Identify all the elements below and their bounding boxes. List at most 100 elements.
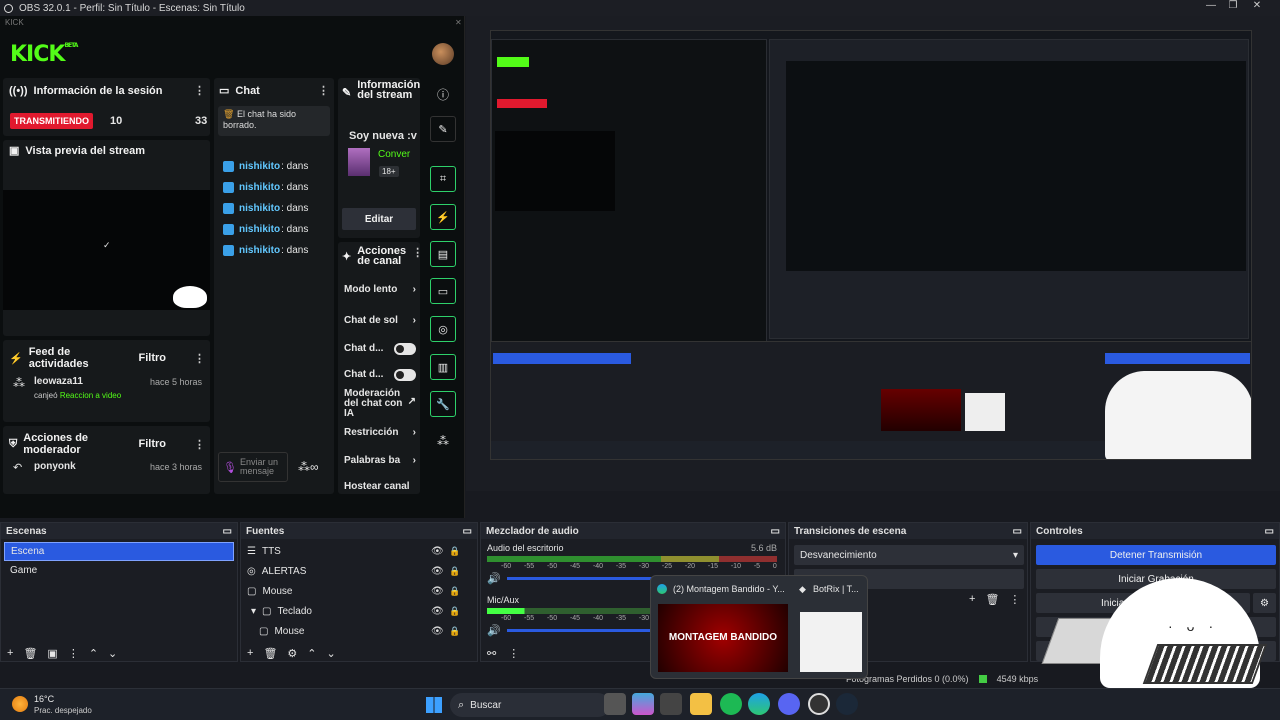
undock-icon[interactable]: ▭ [223, 526, 232, 537]
down-icon[interactable]: ⌄ [327, 647, 336, 660]
filter-icon[interactable]: ▣ [47, 647, 57, 660]
more-icon[interactable]: ⋮ [68, 647, 79, 660]
windows-start-icon[interactable] [426, 697, 442, 713]
taskbar-search[interactable]: ⌕ Buscar [450, 693, 610, 717]
toggle-switch[interactable] [394, 369, 416, 381]
eye-icon[interactable]: 👁 [431, 586, 444, 597]
undock-icon[interactable]: ▭ [1265, 526, 1274, 537]
apps-icon[interactable]: ⁂ [437, 434, 449, 448]
scene-item-game[interactable]: Game [4, 561, 234, 580]
spotify-icon[interactable] [720, 693, 742, 715]
stop-stream-button[interactable]: Detener Transmisión [1036, 545, 1276, 565]
wrench-icon[interactable]: 🔧 [430, 391, 456, 417]
source-item[interactable]: ▢ Mouse 👁 🔒 [241, 621, 477, 641]
copilot-icon[interactable] [632, 693, 654, 715]
add-icon[interactable]: + [7, 647, 13, 660]
mod-user[interactable]: ponyonk [34, 461, 76, 472]
undock-icon[interactable]: ▭ [463, 526, 472, 537]
chat-menu-icon[interactable]: ⋮ [318, 84, 329, 97]
speaker-icon[interactable]: 🔊 [487, 624, 501, 637]
chat-message[interactable]: nishikito: dans [223, 219, 329, 240]
action-slow-mode[interactable]: Modo lento › [344, 284, 416, 295]
lock-icon[interactable]: 🔒 [449, 626, 460, 637]
undock-icon[interactable]: ▭ [771, 526, 780, 537]
action-ai-moderation[interactable]: Moderación del chat con IA ↗ [344, 389, 416, 419]
transition-select[interactable]: Desvanecimiento ▾ [794, 545, 1024, 565]
mod-menu-icon[interactable]: ⋮ [194, 438, 205, 451]
discord-icon[interactable] [778, 693, 800, 715]
source-item[interactable]: ☰ TTS 👁 🔒 [241, 541, 477, 561]
source-item[interactable]: ◎ ALERTAS 👁 🔒 [241, 561, 477, 581]
action-subs-chat[interactable]: Chat de sol › [344, 315, 416, 326]
dock-close-icon[interactable]: ✕ [455, 18, 462, 27]
undock-icon[interactable]: ▭ [1013, 526, 1022, 537]
lock-icon[interactable]: 🔒 [449, 606, 460, 617]
hover-preview-2[interactable]: ◆ BotRix | T... [797, 580, 865, 676]
broadcast-icon[interactable]: ◎ [430, 316, 456, 342]
chevron-down-icon[interactable]: ▾ [251, 606, 256, 617]
edit-stream-button[interactable]: Editar [342, 208, 416, 230]
eye-icon[interactable]: 👁 [431, 606, 444, 617]
lock-icon[interactable]: 🔒 [449, 546, 460, 557]
action-banned-words[interactable]: Palabras ba › [344, 455, 416, 466]
hover-preview-1[interactable]: (2) Montagem Bandido - Y... MONTAGEM BAN… [655, 580, 791, 676]
feed-user[interactable]: leowaza11 [34, 376, 83, 387]
notes-icon[interactable]: ▤ [430, 241, 456, 267]
up-icon[interactable]: ⌃ [89, 647, 98, 660]
toggle-switch[interactable] [394, 343, 416, 355]
up-icon[interactable]: ⌃ [307, 647, 316, 660]
add-icon[interactable]: + [969, 593, 975, 606]
action-host-channel[interactable]: Hostear canal [344, 481, 416, 492]
steam-icon[interactable] [836, 693, 858, 715]
mod-filter-button[interactable]: Filtro [139, 438, 167, 450]
chat-input[interactable]: 🎙 Enviar un mensaje [218, 452, 288, 482]
mic-icon[interactable]: 🎙 [223, 461, 237, 474]
obs-icon[interactable] [808, 693, 830, 715]
eye-icon[interactable]: 👁 [431, 546, 444, 557]
message-icon[interactable]: ▭ [430, 278, 456, 304]
lock-icon[interactable]: 🔒 [449, 566, 460, 577]
eye-icon[interactable]: 👁 [431, 626, 444, 637]
store-icon[interactable] [660, 693, 682, 715]
source-item[interactable]: ▾ ▢ Teclado 👁 🔒 [241, 601, 477, 621]
more-icon[interactable]: ⋮ [508, 647, 519, 660]
chat-message[interactable]: nishikito: dans [223, 198, 329, 219]
chat-message[interactable]: nishikito: dans [223, 177, 329, 198]
more-icon[interactable]: ⋮ [1009, 593, 1020, 606]
task-view-icon[interactable] [604, 693, 626, 715]
action-restriction[interactable]: Restricción › [344, 427, 416, 438]
weather-widget[interactable]: 16°C Prac. despejado [10, 693, 110, 717]
action-chat-toggle-2[interactable]: Chat d... [344, 369, 416, 381]
lock-icon[interactable]: 🔒 [449, 586, 460, 597]
obs-preview-canvas[interactable] [466, 16, 1280, 491]
close-button[interactable]: ✕ [1234, 0, 1280, 16]
scene-item-escena[interactable]: Escena [4, 542, 234, 561]
edge-icon[interactable] [748, 693, 770, 715]
session-menu-icon[interactable]: ⋮ [194, 84, 205, 97]
category-label[interactable]: Conver [378, 149, 410, 160]
eye-icon[interactable]: 👁 [431, 566, 444, 577]
emote-icon[interactable]: ⁂∞ [298, 460, 319, 474]
feed-menu-icon[interactable]: ⋮ [194, 352, 205, 365]
trash-icon[interactable]: 🗑 [263, 647, 277, 660]
stream-preview-video[interactable]: ✓ [3, 190, 210, 310]
action-chat-toggle-1[interactable]: Chat d... [344, 343, 416, 355]
avatar[interactable] [432, 43, 454, 65]
down-icon[interactable]: ⌄ [108, 647, 117, 660]
layout-icon[interactable]: ▥ [430, 354, 456, 380]
link-icon[interactable]: ⚯ [487, 647, 496, 660]
file-explorer-icon[interactable] [690, 693, 712, 715]
feed-filter-button[interactable]: Filtro [139, 352, 167, 364]
add-icon[interactable]: + [247, 647, 253, 660]
edit-icon[interactable]: ✎ [430, 116, 456, 142]
speaker-icon[interactable]: 🔊 [487, 572, 501, 585]
bolt-icon[interactable]: ⚡ [430, 204, 456, 230]
channel-actions-menu-icon[interactable]: ⋮ [412, 246, 423, 259]
clip-icon[interactable]: ⌗ [430, 166, 456, 192]
trash-icon[interactable]: 🗑 [985, 593, 999, 606]
info-icon[interactable]: ⓘ [437, 86, 449, 103]
chat-message[interactable]: nishikito: dans [223, 156, 329, 177]
source-item[interactable]: ▢ Mouse 👁 🔒 [241, 581, 477, 601]
trash-icon[interactable]: 🗑 [23, 647, 37, 660]
gear-icon[interactable]: ⚙ [287, 647, 297, 660]
